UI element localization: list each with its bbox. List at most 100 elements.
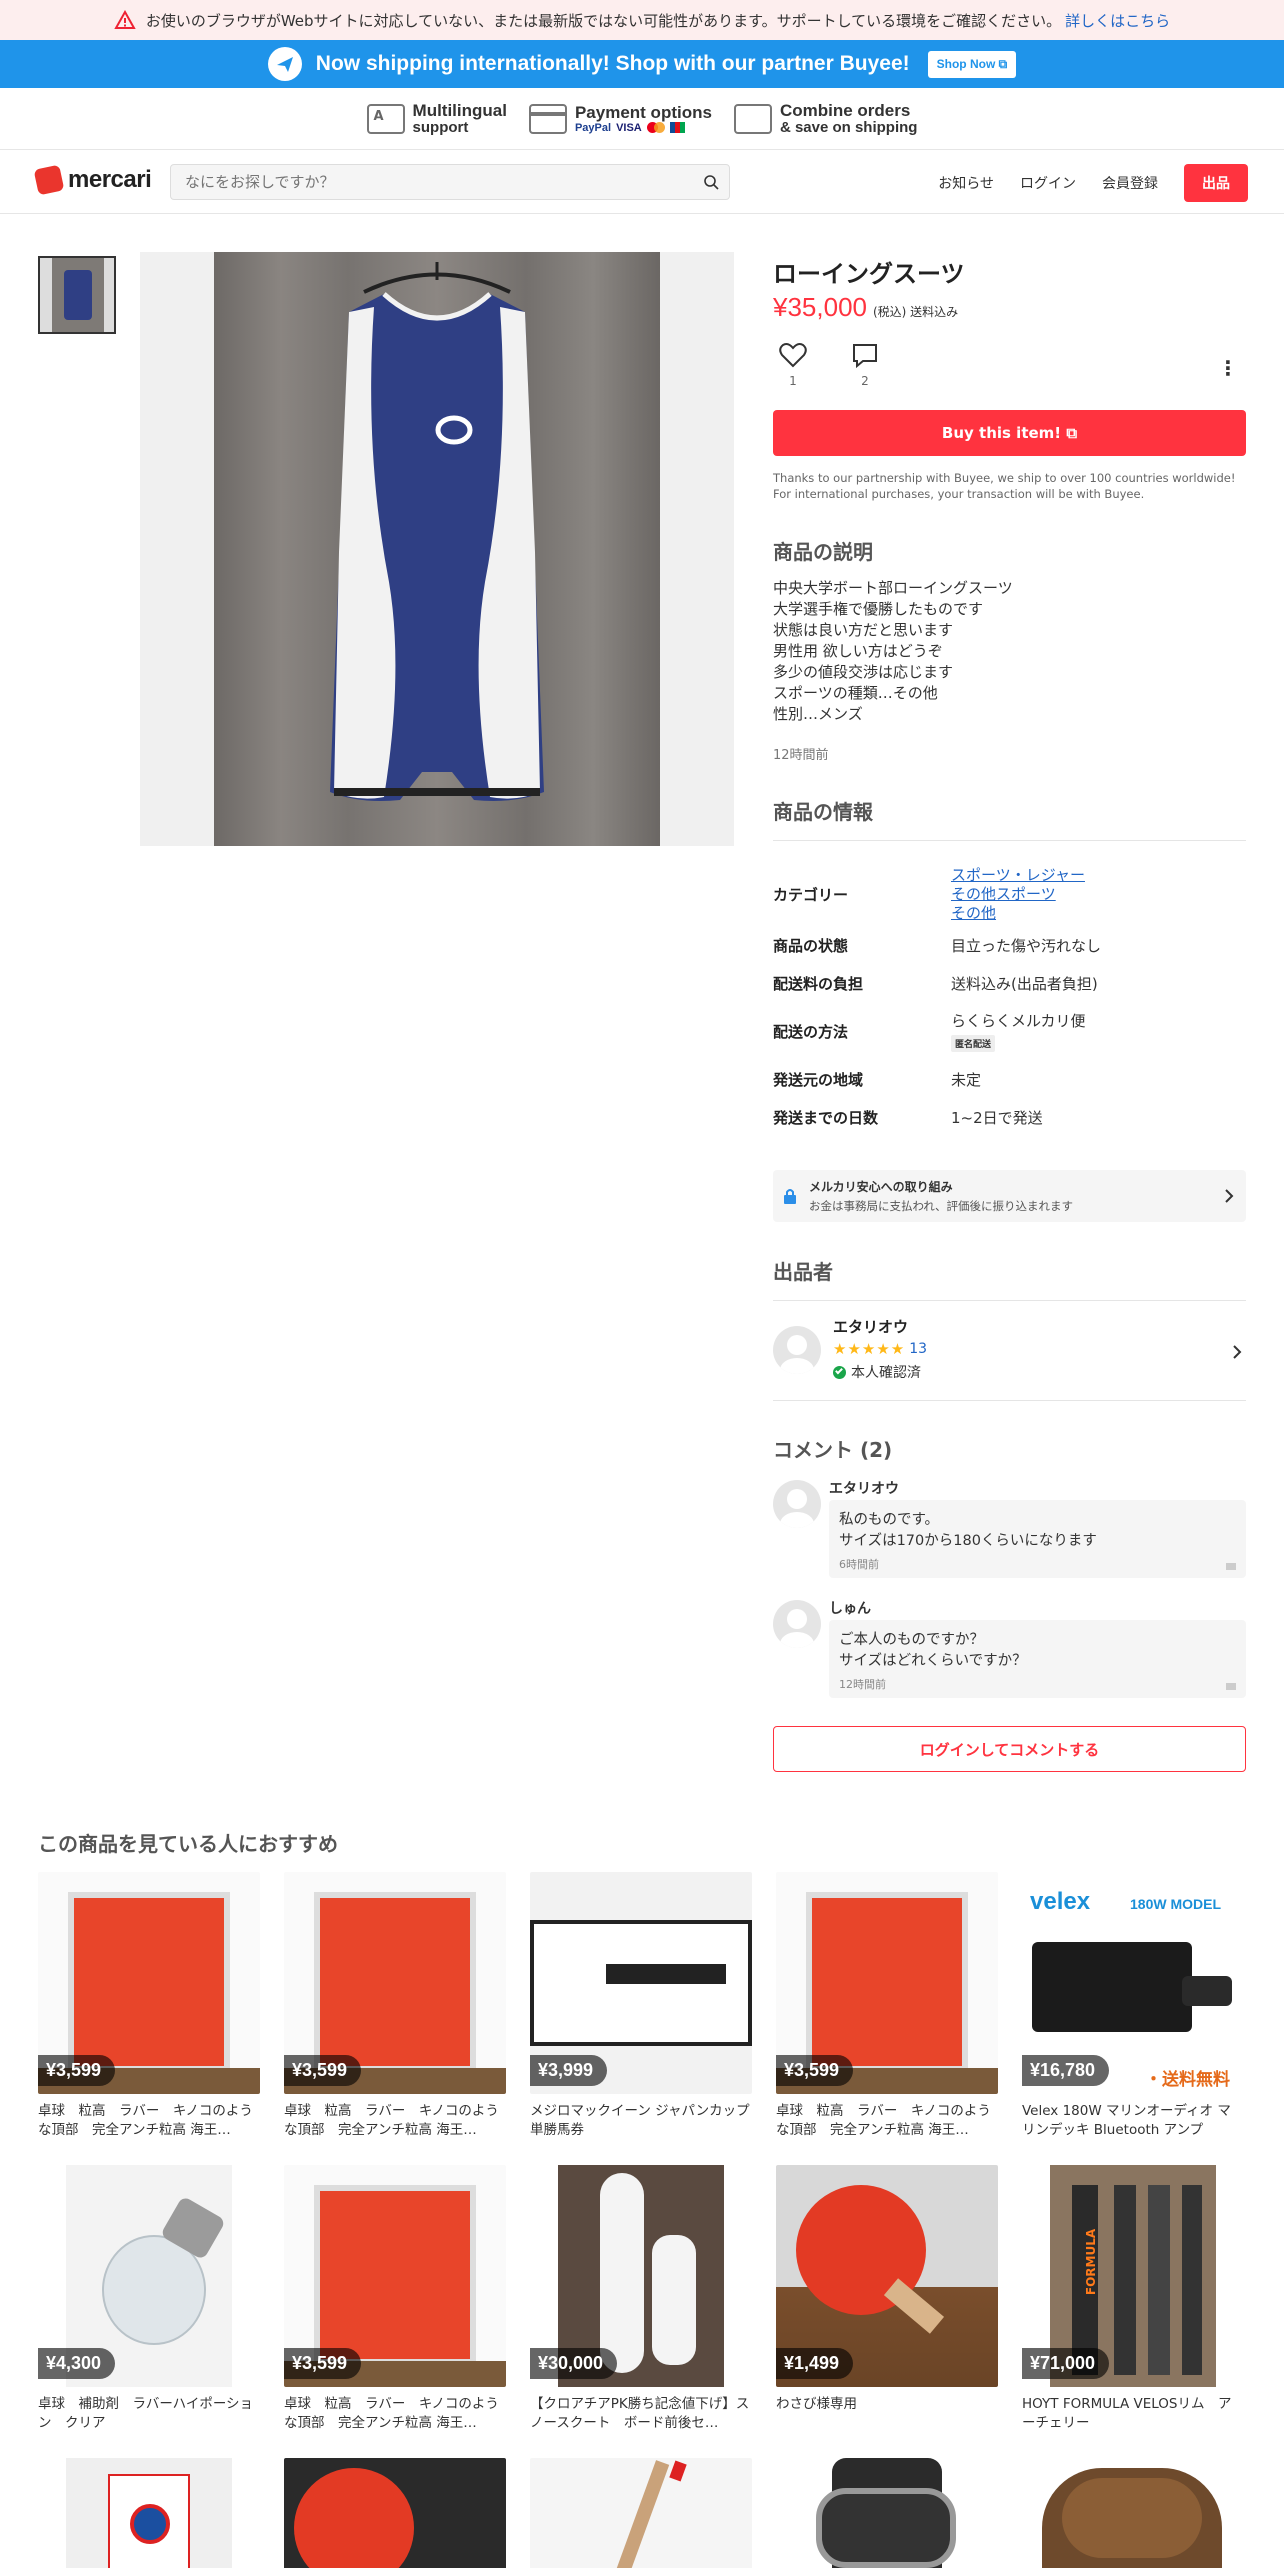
info-row-shipping-fee: 配送料の負担 送料込み(出品者負担) (773, 964, 1246, 1002)
info-label: カテゴリー (773, 885, 849, 904)
product-card-image: ¥3,599 (776, 1872, 998, 2094)
price: ¥35,000 (773, 292, 867, 322)
product-card-name: メジロマックイーン ジャパンカップ 単勝馬券 (530, 2103, 750, 2138)
product-card[interactable]: FORMULA ¥71,000 HOYT FORMULA VELOSリム アーチ… (1022, 2165, 1244, 2433)
product-card-price: ¥3,599 (38, 2055, 116, 2086)
feature-combine: Combine orders & save on shipping (733, 100, 917, 136)
flag-icon[interactable] (1226, 1563, 1236, 1570)
box-icon (733, 103, 772, 134)
info-label: 発送までの日数 (773, 1108, 879, 1127)
product-card[interactable]: ¥3,599 卓球 粒高 ラバー キノコのような頂部 完全アンチ粒高 海王… (284, 2165, 506, 2433)
product-card[interactable]: ¥3,599 卓球 粒高 ラバー キノコのような頂部 完全アンチ粒高 海王… (38, 1872, 260, 2140)
shop-now-button[interactable]: Shop Now ⧉ (927, 50, 1017, 78)
product-card[interactable]: ¥4,300 卓球 補助剤 ラバーハイポーション クリア (38, 2165, 260, 2433)
product-card[interactable] (38, 2458, 260, 2568)
mercari-logo[interactable]: mercari (33, 164, 152, 196)
info-row-condition: 商品の状態 目立った傷や汚れなし (773, 926, 1246, 964)
product-card[interactable]: velex 180W MODEL ・送料無料 ¥16,780 Velex 180… (1022, 1872, 1244, 2140)
comment-text: ご本人のものですか？ サイズはどれくらいですか？ (839, 1632, 1027, 1669)
info-label: 商品の状態 (773, 936, 849, 955)
payment-logos: PayPal VISA (575, 122, 712, 134)
signup-link[interactable]: 会員登録 (1102, 173, 1158, 193)
product-card[interactable]: ¥3,599 卓球 粒高 ラバー キノコのような頂部 完全アンチ粒高 海王… (776, 1872, 998, 2140)
flag-icon[interactable] (1226, 1683, 1236, 1690)
description-text: 中央大学ボート部ローイングスーツ 大学選手権で優勝したものです 状態は良い方だと… (773, 579, 1013, 723)
category-link[interactable]: その他 (951, 904, 1246, 923)
product-card-image: ¥1,499 (776, 2165, 998, 2387)
divider (773, 840, 1246, 841)
product-card[interactable]: ¥30,000 【クロアチアPK勝ち記念値下げ】スノースクート ボード前後セ… (530, 2165, 752, 2433)
product-card-image (530, 2458, 752, 2568)
comment-count: 2 (861, 374, 869, 388)
product-title: ローイングスーツ (773, 260, 965, 288)
hoyt-label: FORMULA (1084, 2228, 1099, 2296)
lock-icon (784, 1189, 796, 1204)
product-card[interactable]: ¥1,499 わさび様専用 (776, 2165, 998, 2433)
verified-label: 本人確認済 (851, 1365, 921, 1381)
comments-heading: コメント (2) (773, 1438, 893, 1462)
product-card[interactable] (284, 2458, 506, 2568)
anonymous-badge: 匿名配送 (951, 1035, 996, 1052)
commenter-name: エタリオウ (829, 1481, 899, 1497)
product-card[interactable] (776, 2458, 998, 2568)
seller-name: エタリオウ (833, 1318, 909, 1336)
star-rating-icon: ★★★★★ (833, 1340, 906, 1358)
buyee-banner[interactable]: Now shipping internationally! Shop with … (0, 40, 1284, 88)
product-card-price: ¥71,000 (1022, 2348, 1110, 2379)
feature-subtitle: support (412, 118, 469, 136)
heart-icon (779, 343, 807, 368)
velex-banner: velex (1030, 1888, 1091, 1915)
product-card-image: ¥30,000 (530, 2165, 752, 2387)
info-row-days: 発送までの日数 1~2日で発送 (773, 1098, 1246, 1136)
logo-text: mercari (68, 166, 152, 193)
comment-text: 私のものです。 サイズは170から180くらいになります (839, 1512, 1097, 1549)
search-icon[interactable] (703, 174, 719, 190)
feature-payment: Payment options PayPal VISA (528, 103, 712, 134)
login-link[interactable]: ログイン (1020, 173, 1076, 193)
info-value: 未定 (951, 1070, 982, 1089)
divider (773, 1300, 1246, 1301)
divider (773, 1400, 1246, 1401)
sell-button[interactable]: 出品 (1184, 164, 1248, 202)
notifications-link[interactable]: お知らせ (938, 173, 994, 193)
more-options-icon[interactable]: ⋮ (1218, 356, 1238, 380)
comment-item: しゅん ご本人のものですか？ サイズはどれくらいですか？ 12時間前 (773, 1598, 1246, 1704)
warning-text: お使いのブラウザがWebサイトに対応していない、または最新版ではない可能性があり… (145, 11, 1062, 30)
product-card-name: Velex 180W マリンオーディオ マリンデッキ Bluetooth アンプ (1022, 2103, 1231, 2138)
comment-icon (853, 344, 877, 368)
search-box[interactable] (170, 164, 730, 200)
comment-bubble: 私のものです。 サイズは170から180くらいになります 6時間前 (829, 1500, 1246, 1578)
feature-title: Combine orders (779, 100, 911, 120)
product-card[interactable]: ¥3,999 メジロマックイーン ジャパンカップ 単勝馬券 (530, 1872, 752, 2140)
image-thumbnail[interactable] (38, 256, 116, 334)
main-product-image[interactable] (140, 252, 734, 846)
product-card-price: ¥3,599 (284, 2055, 362, 2086)
product-card-image: ¥3,599 (38, 1872, 260, 2094)
like-button[interactable]: 1 (773, 342, 813, 388)
safety-title: メルカリ安心への取り組み (809, 1180, 953, 1194)
product-card-price: ¥4,300 (38, 2348, 116, 2379)
category-link[interactable]: スポーツ・レジャー (951, 866, 1246, 885)
warning-details-link[interactable]: 詳しくはこちら (1065, 10, 1170, 31)
product-card-name: 卓球 粒高 ラバー キノコのような頂部 完全アンチ粒高 海王… (284, 2396, 499, 2431)
mastercard-logo (646, 122, 665, 133)
header-nav: お知らせ ログイン 会員登録 出品 (938, 164, 1248, 202)
buy-button[interactable]: Buy this item! ⧉ (773, 410, 1246, 456)
product-card-name: 【クロアチアPK勝ち記念値下げ】スノースクート ボード前後セ… (530, 2396, 750, 2431)
comment-time: 6時間前 (839, 1558, 879, 1571)
feature-multilingual: A Multilingual support (366, 101, 507, 136)
product-card-price: ¥16,780 (1022, 2055, 1110, 2086)
search-input[interactable] (171, 165, 671, 199)
product-card-image (38, 2458, 260, 2568)
product-card[interactable]: ¥3,599 卓球 粒高 ラバー キノコのような頂部 完全アンチ粒高 海王… (284, 1872, 506, 2140)
comment-button[interactable]: 2 (845, 342, 885, 388)
product-card[interactable] (530, 2458, 752, 2568)
product-card-image (1022, 2458, 1244, 2568)
product-card-image: velex 180W MODEL ・送料無料 ¥16,780 (1022, 1872, 1244, 2094)
info-value: らくらくメルカリ便 (951, 1012, 1086, 1030)
product-card[interactable] (1022, 2458, 1244, 2568)
category-link[interactable]: その他スポーツ (951, 885, 1246, 904)
safety-banner[interactable]: メルカリ安心への取り組み お金は事務局に支払われ、評価後に振り込まれます (773, 1170, 1246, 1222)
login-to-comment-button[interactable]: ログインしてコメントする (773, 1726, 1246, 1772)
seller-card[interactable]: エタリオウ ★★★★★ 13 本人確認済 (773, 1312, 1246, 1400)
